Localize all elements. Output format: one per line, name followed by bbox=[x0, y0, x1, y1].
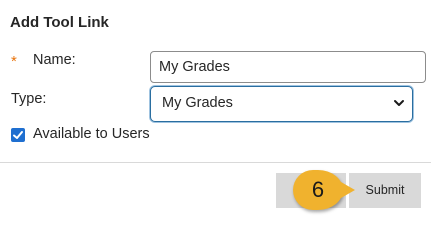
type-select-value: My Grades bbox=[162, 95, 233, 111]
available-to-users-label: Available to Users bbox=[33, 126, 150, 142]
step-callout-badge: 6 bbox=[293, 170, 355, 210]
submit-button[interactable]: Submit bbox=[349, 173, 421, 208]
name-label: Name: bbox=[33, 52, 76, 68]
chevron-down-icon bbox=[394, 100, 404, 106]
type-select[interactable]: My Grades bbox=[150, 86, 413, 122]
step-number: 6 bbox=[311, 177, 325, 202]
type-label: Type: bbox=[11, 91, 47, 107]
checkmark-icon bbox=[13, 131, 23, 139]
footer-divider bbox=[0, 162, 431, 163]
name-input[interactable] bbox=[150, 51, 426, 83]
available-checkbox[interactable] bbox=[11, 128, 25, 142]
required-marker: * bbox=[11, 53, 17, 70]
dialog-title: Add Tool Link bbox=[10, 14, 109, 31]
